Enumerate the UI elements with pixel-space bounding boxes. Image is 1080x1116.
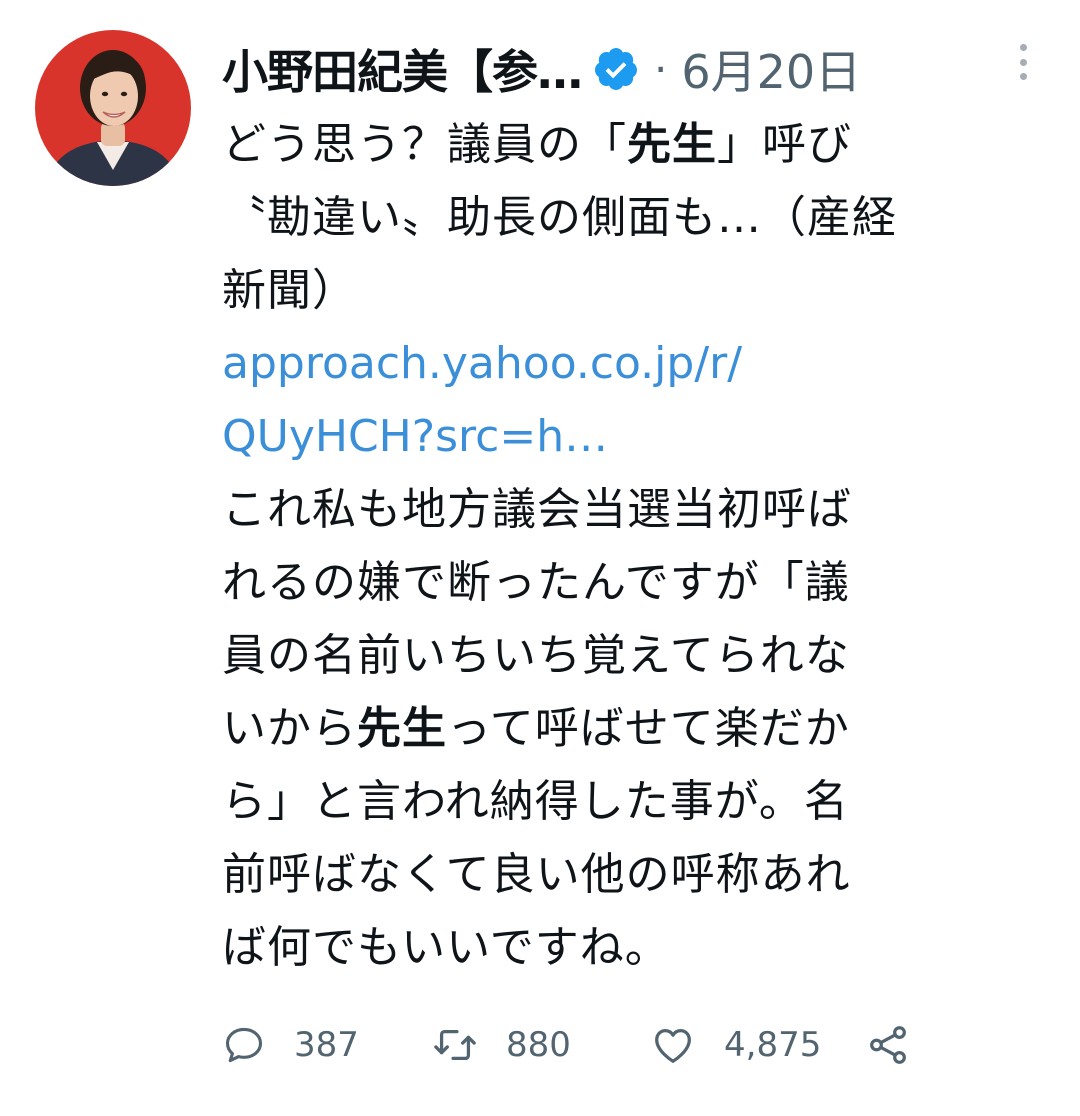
tweet-text-span: 新聞）	[222, 265, 357, 316]
tweet-text-line: これ私も地方議会当選当初呼ば	[222, 473, 1057, 546]
tweet-text-span: ら」と言われ納得した事が。名	[222, 776, 849, 827]
tweet-text-line: どう思う？議員の「先生」呼び	[222, 108, 1057, 181]
author-name[interactable]: 小野田紀美【参…	[222, 36, 583, 102]
reply-count: 387	[294, 1025, 359, 1065]
tweet-text-span: って呼ばせて楽だか	[447, 703, 850, 754]
retweet-icon	[432, 1022, 478, 1068]
tweet-text-span: 〝勘違い〟助長の側面も…（産経	[222, 192, 897, 243]
reply-icon	[222, 1023, 266, 1067]
tweet-text-span: 前呼ばなくて良い他の呼称あれ	[222, 849, 851, 900]
tweet-text-line: approach.yahoo.co.jp/r/	[222, 327, 1057, 400]
separator-dot: ·	[654, 44, 668, 94]
article-link[interactable]: QUyHCH?src=h…	[222, 411, 608, 462]
tweet-text-line: 前呼ばなくて良い他の呼称あれ	[222, 838, 1057, 911]
tweet-text-span: ば何でもいいですね。	[222, 922, 670, 973]
tweet-date[interactable]: 6月20日	[681, 36, 861, 102]
bold-text: 先生	[357, 703, 447, 754]
tweet-text-span: これ私も地方議会当選当初呼ば	[222, 484, 852, 535]
verified-badge-icon	[592, 45, 640, 93]
tweet-text-line: ら」と言われ納得した事が。名	[222, 765, 1057, 838]
tweet-text-line: 〝勘違い〟助長の側面も…（産経	[222, 181, 1057, 254]
like-count: 4,875	[724, 1025, 822, 1065]
action-bar: 387 880 4,875	[222, 1015, 911, 1075]
retweet-count: 880	[506, 1025, 571, 1065]
share-button[interactable]	[865, 1022, 911, 1068]
tweet-header: 小野田紀美【参… · 6月20日	[222, 34, 861, 104]
share-icon	[865, 1022, 911, 1068]
tweet-text: どう思う？議員の「先生」呼び 〝勘違い〟助長の側面も…（産経 新聞） approac…	[222, 108, 1057, 984]
tweet-text-span: 員の名前いちいち覚えてられな	[222, 630, 850, 681]
tweet-text-line: ば何でもいいですね。	[222, 911, 1057, 984]
tweet[interactable]: 小野田紀美【参… · 6月20日 どう思う？議員の「先生」呼び 〝勘違い〟助長の側…	[0, 0, 1080, 1116]
tweet-text-line: れるの嫌で断ったんですが「議	[222, 546, 1057, 619]
tweet-text-line: いから先生って呼ばせて楽だか	[222, 692, 1057, 765]
tweet-text-span: れるの嫌で断ったんですが「議	[222, 557, 850, 608]
heart-icon	[650, 1022, 696, 1068]
reply-button[interactable]: 387	[222, 1023, 432, 1067]
retweet-button[interactable]: 880	[432, 1022, 650, 1068]
like-button[interactable]: 4,875	[650, 1022, 865, 1068]
tweet-text-span: どう思う？議員の「	[222, 119, 627, 170]
avatar[interactable]	[35, 30, 191, 186]
tweet-text-line: 員の名前いちいち覚えてられな	[222, 619, 1057, 692]
tweet-text-line: QUyHCH?src=h…	[222, 400, 1057, 473]
article-link[interactable]: approach.yahoo.co.jp/r/	[222, 338, 742, 389]
tweet-text-span: いから	[222, 703, 357, 754]
tweet-text-line: 新聞）	[222, 254, 1057, 327]
bold-text: 先生	[627, 119, 717, 170]
more-vertical-icon[interactable]	[1008, 42, 1038, 82]
tweet-text-span: 」呼び	[717, 119, 852, 170]
